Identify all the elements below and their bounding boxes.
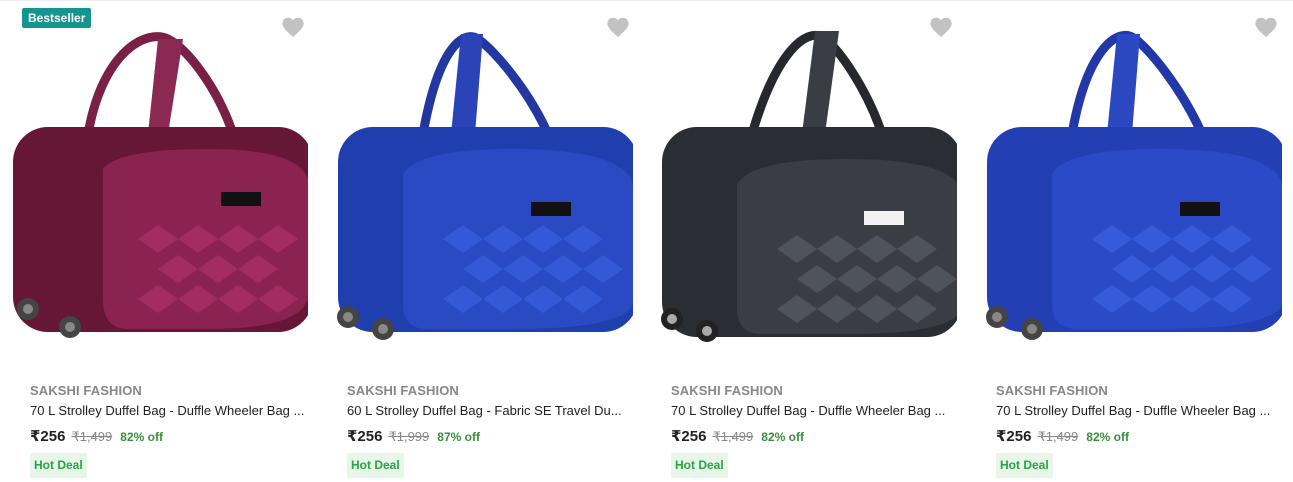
product-title[interactable]: 70 L Strolley Duffel Bag - Duffle Wheele…: [671, 402, 953, 420]
duffel-bag-image: [13, 32, 308, 338]
heart-icon[interactable]: [928, 15, 954, 39]
heart-icon[interactable]: [1253, 15, 1279, 39]
product-discount: 82% off: [761, 430, 804, 444]
product-brand: SAKSHI FASHION: [996, 383, 1108, 398]
hot-deal-tag: Hot Deal: [347, 453, 404, 478]
product-discount: 82% off: [1086, 430, 1129, 444]
product-image[interactable]: [982, 9, 1282, 357]
product-image[interactable]: [333, 9, 633, 357]
product-discount: 87% off: [437, 430, 480, 444]
product-title[interactable]: 60 L Strolley Duffel Bag - Fabric SE Tra…: [347, 402, 629, 420]
hot-deal-tag: Hot Deal: [996, 453, 1053, 478]
product-brand: SAKSHI FASHION: [30, 383, 142, 398]
bestseller-badge: Bestseller: [22, 8, 92, 28]
product-title[interactable]: 70 L Strolley Duffel Bag - Duffle Wheele…: [996, 402, 1278, 420]
product-title[interactable]: 70 L Strolley Duffel Bag - Duffle Wheele…: [30, 402, 312, 420]
product-price: ₹256: [347, 428, 383, 445]
product-image[interactable]: [8, 9, 308, 357]
product-card[interactable]: Bestseller SAKSHI FASHION 70 L Strolley …: [8, 1, 308, 482]
product-discount: 82% off: [120, 430, 163, 444]
product-card[interactable]: SAKSHI FASHION 60 L Strolley Duffel Bag …: [333, 1, 633, 482]
product-brand: SAKSHI FASHION: [347, 383, 459, 398]
product-mrp: ₹1,499: [71, 429, 113, 444]
hot-deal-tag: Hot Deal: [671, 453, 728, 478]
duffel-bag-image: [661, 31, 957, 342]
product-mrp: ₹1,499: [712, 429, 754, 444]
product-price: ₹256: [671, 428, 707, 445]
product-price: ₹256: [30, 428, 66, 445]
product-card[interactable]: SAKSHI FASHION 70 L Strolley Duffel Bag …: [657, 1, 957, 482]
product-grid: Bestseller SAKSHI FASHION 70 L Strolley …: [0, 0, 1293, 481]
hot-deal-tag: Hot Deal: [30, 453, 87, 478]
product-mrp: ₹1,999: [388, 429, 430, 444]
product-image[interactable]: [657, 9, 957, 357]
product-card[interactable]: SAKSHI FASHION 70 L Strolley Duffel Bag …: [982, 1, 1282, 482]
duffel-bag-image: [986, 31, 1282, 340]
product-brand: SAKSHI FASHION: [671, 383, 783, 398]
product-price: ₹256: [996, 428, 1032, 445]
heart-icon[interactable]: [605, 15, 631, 39]
duffel-bag-image: [337, 32, 633, 340]
product-mrp: ₹1,499: [1037, 429, 1079, 444]
heart-icon[interactable]: [280, 15, 306, 39]
